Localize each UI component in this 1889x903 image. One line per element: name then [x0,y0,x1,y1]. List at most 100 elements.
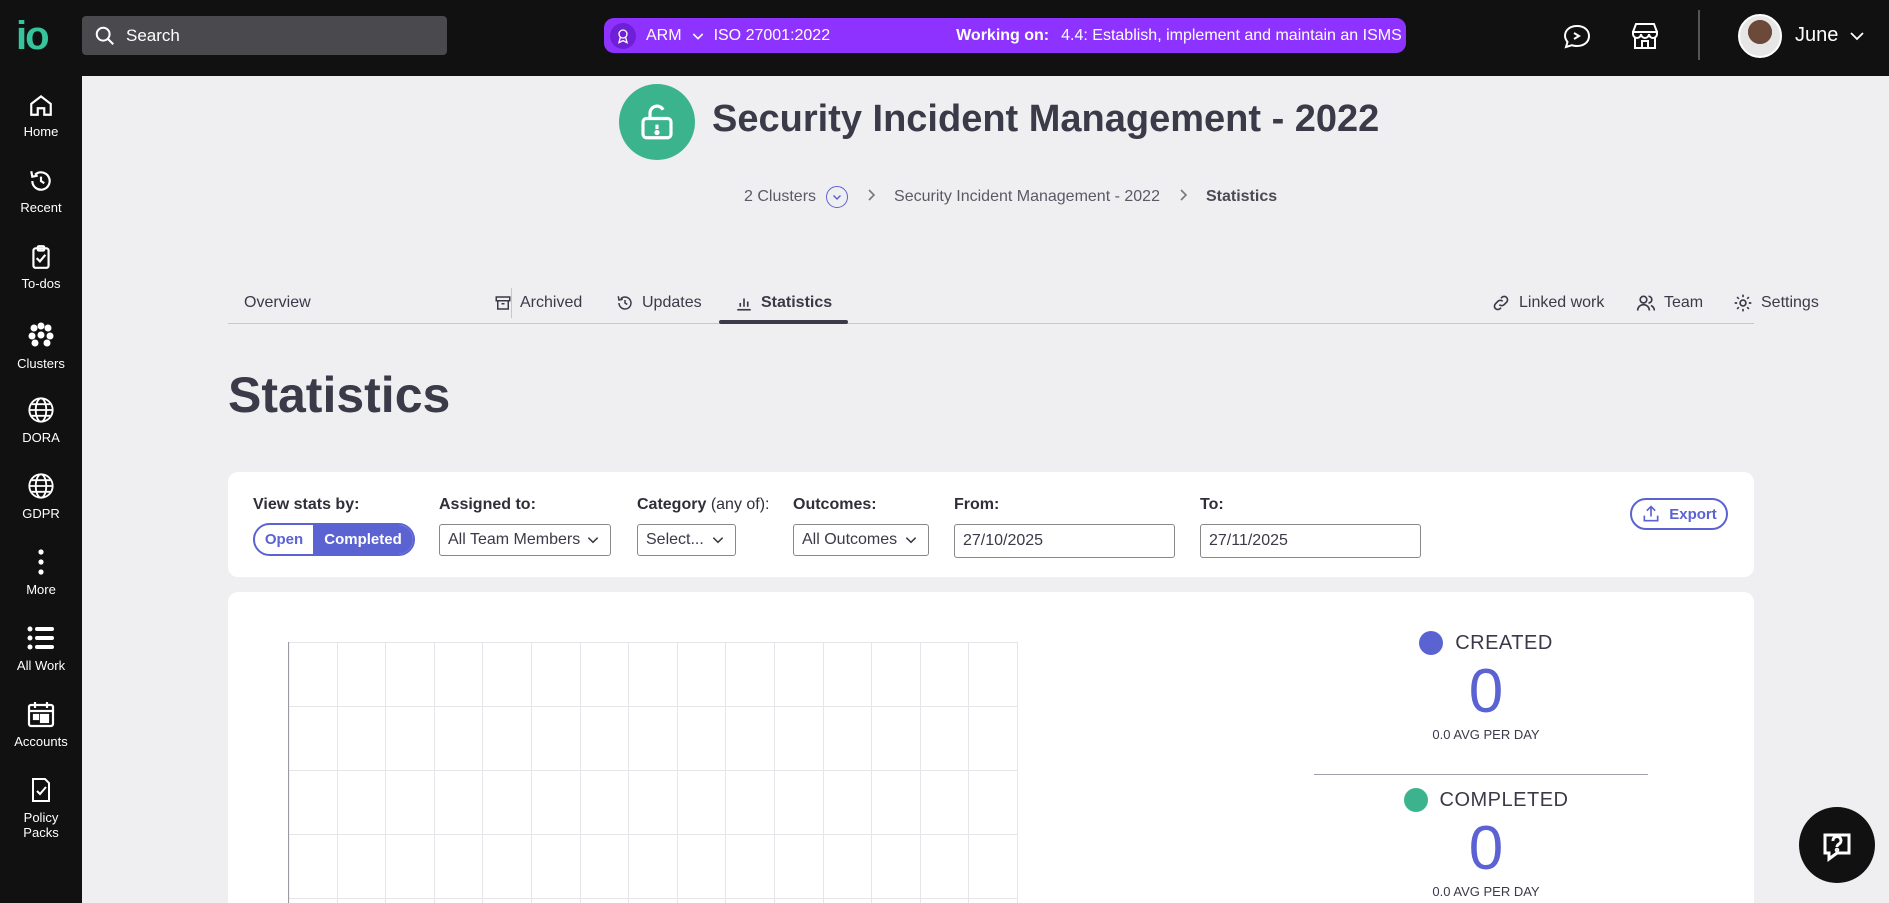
main-content: Security Incident Management - 2022 2 Cl… [82,76,1889,903]
sidebar-item-label: GDPR [22,506,60,521]
help-chat-button[interactable] [1799,807,1875,883]
app-logo[interactable]: io [16,16,50,56]
search-input[interactable]: Search [82,16,447,55]
sidebar-item-gdpr[interactable]: GDPR [0,472,82,521]
chevron-down-icon[interactable] [690,28,706,44]
gear-icon [1734,294,1752,312]
sidebar-item-label: Recent [20,200,62,215]
created-value: 0 [1468,657,1504,726]
chevron-down-icon [587,537,599,544]
chevron-down-icon[interactable] [826,186,849,208]
tab-label: Statistics [761,294,833,311]
sidebar-item-label: Clusters [17,356,65,371]
completed-stat: COMPLETED 0 0.0 AVG PER DAY [1316,788,1656,899]
sidebar-item-dora[interactable]: DORA [0,396,82,445]
created-legend-dot [1419,631,1444,655]
outcomes-select[interactable]: All Outcomes [793,524,929,556]
framework-short: ARM [646,26,682,44]
help-chat-icon [1823,833,1851,862]
chevron-down-icon[interactable] [1848,27,1866,45]
unlock-icon [619,84,695,160]
clusters-icon [28,322,54,347]
search-placeholder: Search [126,25,180,45]
user-name[interactable]: June [1795,24,1838,47]
active-tab-indicator [719,320,848,324]
tab-updates[interactable]: Updates [616,282,702,324]
sidebar-item-recent[interactable]: Recent [0,168,82,215]
assigned-to-label: Assigned to: [439,496,536,513]
globe-icon [28,397,54,423]
from-date-input[interactable]: 27/10/2025 [954,524,1175,558]
completed-label: COMPLETED [1439,788,1569,811]
category-label-text: Category [637,496,707,513]
sidebar-item-label: DORA [22,430,60,445]
stats-chart [288,642,1018,903]
sidebar-item-policy-packs[interactable]: Policy Packs [0,776,82,840]
top-bar: io Search ARM ISO 27001:2022 Working on:… [0,0,1889,76]
from-label: From: [954,496,1000,513]
tab-label: Updates [642,294,702,311]
sidebar-item-home[interactable]: Home [0,92,82,139]
chevron-down-icon [712,537,724,544]
category-select[interactable]: Select... [637,524,736,556]
toggle-open[interactable]: Open [255,525,313,554]
breadcrumb-current: Statistics [1205,188,1278,205]
history-icon [617,296,632,310]
toggle-completed[interactable]: Completed [313,525,413,554]
sidebar-item-label: More [26,582,56,597]
assigned-to-select[interactable]: All Team Members [439,524,611,556]
outcomes-label: Outcomes: [793,496,877,513]
breadcrumb-clusters[interactable]: 2 Clusters [744,188,816,206]
chevron-down-icon [905,537,917,544]
export-button[interactable]: Export [1630,498,1728,530]
page-title: Security Incident Management - 2022 [712,98,1380,140]
outcomes-value: All Outcomes [802,531,898,548]
category-label-suffix: (any of): [710,496,770,513]
breadcrumb-parent[interactable]: Security Incident Management - 2022 [894,188,1160,206]
category-value: Select... [646,531,704,548]
framework-name: ISO 27001:2022 [713,26,831,44]
policy-doc-icon [32,778,50,802]
sidebar-item-more[interactable]: More [0,548,82,597]
archive-icon [495,296,511,310]
filter-panel: View stats by: Open Completed Assigned t… [228,472,1754,577]
to-label: To: [1200,496,1224,513]
tab-label: Linked work [1519,294,1605,311]
sidebar-item-accounts[interactable]: Accounts [0,700,82,749]
view-stats-toggle[interactable]: Open Completed [253,523,415,556]
home-icon [30,94,52,116]
sidebar-item-all-work[interactable]: All Work [0,624,82,673]
clipboard-check-icon [32,245,50,269]
category-label: Category (any of): [637,496,770,514]
sidebar-item-clusters[interactable]: Clusters [0,320,82,371]
framework-pill[interactable]: ARM ISO 27001:2022 Working on: 4.4: Esta… [604,18,1406,53]
tab-label: Settings [1761,294,1819,311]
to-date-input[interactable]: 27/11/2025 [1200,524,1421,558]
more-vertical-icon [38,549,44,575]
avatar[interactable] [1738,14,1782,58]
history-icon [30,171,51,191]
chevron-right-icon [866,188,876,206]
sidebar-item-todos[interactable]: To-dos [0,244,82,291]
export-label: Export [1669,505,1717,523]
search-icon [95,26,114,45]
framework-badge-icon [610,22,636,49]
working-on-value: 4.4: Establish, implement and maintain a… [1061,26,1402,44]
tab-label: Overview [244,294,311,311]
sidebar-item-label: Accounts [14,734,68,749]
breadcrumb: 2 Clusters Security Incident Management … [744,186,1277,208]
store-icon[interactable] [1629,20,1661,52]
stats-divider [1314,774,1648,775]
tab-linked-work[interactable]: Linked work [1491,282,1604,324]
tab-archived[interactable]: Archived [494,282,582,324]
tab-overview[interactable]: Overview [244,282,311,324]
tab-team[interactable]: Team [1636,282,1703,324]
globe-icon [28,473,54,499]
tab-statistics[interactable]: Statistics [735,282,832,324]
list-icon [27,626,54,650]
created-stat: CREATED 0 0.0 AVG PER DAY [1316,631,1656,742]
sidebar-item-label: To-dos [21,276,61,291]
chat-icon[interactable] [1561,20,1593,52]
view-stats-label: View stats by: [253,496,360,513]
tab-settings[interactable]: Settings [1733,282,1819,324]
